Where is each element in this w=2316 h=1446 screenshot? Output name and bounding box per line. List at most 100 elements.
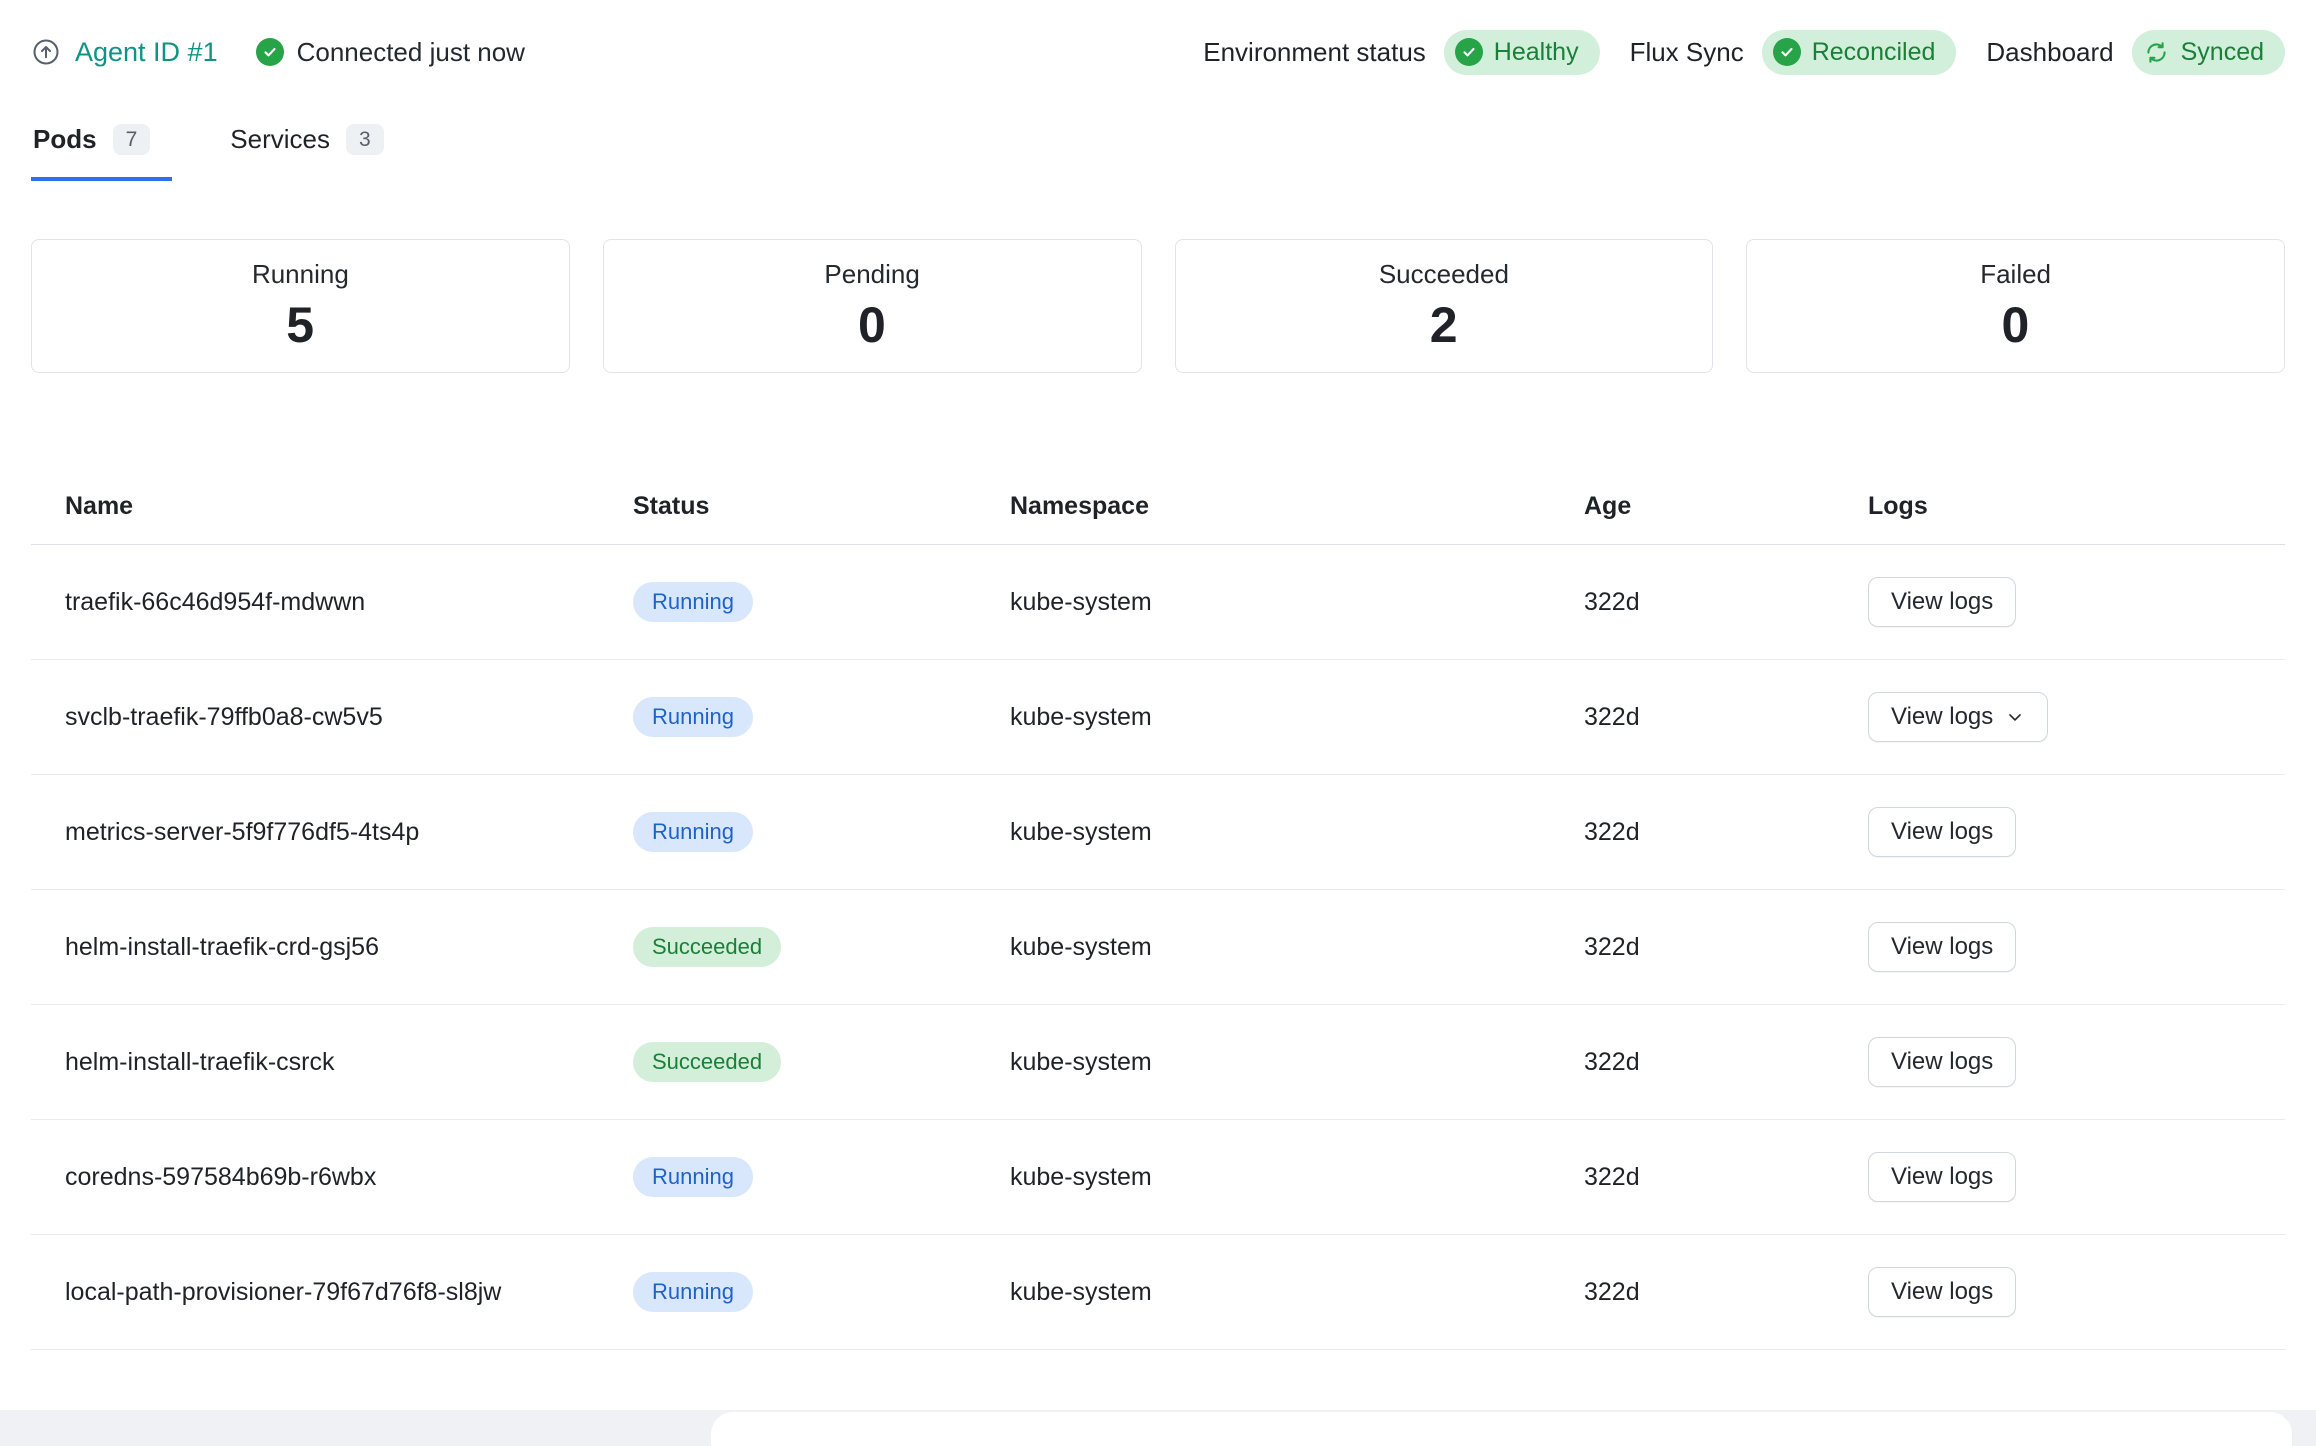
namespace-cell: kube-system — [1010, 703, 1584, 732]
pod-name: local-path-provisioner-79f67d76f8-sl8jw — [31, 1276, 633, 1309]
logs-cell: View logs — [1868, 577, 2285, 627]
table-row: metrics-server-5f9f776df5-4ts4p Running … — [31, 775, 2285, 890]
pod-name: metrics-server-5f9f776df5-4ts4p — [31, 816, 633, 849]
logs-cell: View logs — [1868, 922, 2285, 972]
age-cell: 322d — [1584, 1048, 1868, 1077]
stat-label: Pending — [824, 259, 919, 290]
tab-pods[interactable]: Pods 7 — [31, 124, 172, 181]
namespace-cell: kube-system — [1010, 1163, 1584, 1192]
stat-value: 0 — [858, 296, 886, 354]
view-logs-button[interactable]: View logs — [1868, 922, 2016, 972]
connection-status: Connected just now — [256, 37, 525, 68]
status-pill: Running — [633, 697, 753, 737]
age-cell: 322d — [1584, 933, 1868, 962]
stat-card: Succeeded 2 — [1175, 239, 1714, 373]
table-row: coredns-597584b69b-r6wbx Running kube-sy… — [31, 1120, 2285, 1235]
namespace-cell: kube-system — [1010, 1278, 1584, 1307]
namespace-cell: kube-system — [1010, 1048, 1584, 1077]
stat-value: 0 — [2001, 296, 2029, 354]
column-header-status: Status — [633, 492, 1010, 521]
badge-check-circle-icon — [1773, 38, 1801, 66]
namespace-cell: kube-system — [1010, 933, 1584, 962]
view-logs-label: View logs — [1891, 818, 1993, 846]
pod-name: traefik-66c46d954f-mdwwn — [31, 586, 633, 619]
status-label: Dashboard — [1986, 37, 2113, 68]
logs-cell: View logs — [1868, 1037, 2285, 1087]
status-badge: Healthy — [1444, 30, 1600, 75]
namespace-cell: kube-system — [1010, 818, 1584, 847]
status-cell: Running — [633, 582, 1010, 622]
view-logs-label: View logs — [1891, 588, 1993, 616]
status-pill: Running — [633, 582, 753, 622]
agent-id-label: Agent ID #1 — [75, 37, 218, 68]
agent-id-link[interactable]: Agent ID #1 — [31, 37, 218, 68]
logs-cell: View logs — [1868, 692, 2285, 742]
column-header-namespace: Namespace — [1010, 492, 1584, 521]
stat-card: Failed 0 — [1746, 239, 2285, 373]
table-row: helm-install-traefik-csrck Succeeded kub… — [31, 1005, 2285, 1120]
status-pill: Succeeded — [633, 1042, 781, 1082]
age-cell: 322d — [1584, 1163, 1868, 1192]
status-badge: Synced — [2132, 30, 2285, 75]
status-badge-text: Synced — [2181, 38, 2264, 67]
table-header: Name Status Namespace Age Logs — [31, 469, 2285, 545]
badge-check-circle-icon — [1455, 38, 1483, 66]
view-logs-button[interactable]: View logs — [1868, 807, 2016, 857]
view-logs-button[interactable]: View logs — [1868, 1152, 2016, 1202]
view-logs-label: View logs — [1891, 703, 1993, 731]
logs-cell: View logs — [1868, 1152, 2285, 1202]
view-logs-button[interactable]: View logs — [1868, 577, 2016, 627]
environment-status-item: Environment status Healthy — [1203, 30, 1599, 75]
pods-table: Name Status Namespace Age Logs traefik-6… — [31, 469, 2285, 1350]
view-logs-label: View logs — [1891, 1278, 1993, 1306]
tab-label: Services — [230, 124, 330, 155]
tab-services[interactable]: Services 3 — [228, 124, 405, 181]
next-section-card-edge — [711, 1412, 2292, 1446]
logs-cell: View logs — [1868, 807, 2285, 857]
stat-label: Failed — [1980, 259, 2051, 290]
stat-label: Running — [252, 259, 349, 290]
badge-sync-icon — [2143, 39, 2170, 66]
status-badge: Reconciled — [1762, 30, 1957, 75]
environment-status-item: Dashboard Synced — [1986, 30, 2285, 75]
agent-circle-up-icon — [31, 37, 61, 67]
view-logs-label: View logs — [1891, 933, 1993, 961]
stat-card: Running 5 — [31, 239, 570, 373]
pod-name: coredns-597584b69b-r6wbx — [31, 1161, 633, 1194]
status-pill: Running — [633, 812, 753, 852]
stat-value: 2 — [1430, 296, 1458, 354]
status-cell: Running — [633, 1272, 1010, 1312]
stat-label: Succeeded — [1379, 259, 1509, 290]
view-logs-button[interactable]: View logs — [1868, 692, 2048, 742]
tab-count-badge: 7 — [113, 124, 151, 155]
status-cell: Running — [633, 812, 1010, 852]
status-cell: Running — [633, 697, 1010, 737]
status-label: Flux Sync — [1630, 37, 1744, 68]
table-row: traefik-66c46d954f-mdwwn Running kube-sy… — [31, 545, 2285, 660]
status-label: Environment status — [1203, 37, 1426, 68]
status-pill: Succeeded — [633, 927, 781, 967]
age-cell: 322d — [1584, 1278, 1868, 1307]
view-logs-label: View logs — [1891, 1163, 1993, 1191]
status-badge-text: Healthy — [1494, 38, 1579, 67]
check-circle-icon — [256, 38, 284, 66]
namespace-cell: kube-system — [1010, 588, 1584, 617]
stat-value: 5 — [286, 296, 314, 354]
pod-name: helm-install-traefik-csrck — [31, 1046, 633, 1079]
topbar: Agent ID #1 Connected just now Environme… — [0, 0, 2316, 78]
tab-label: Pods — [33, 124, 97, 155]
view-logs-button[interactable]: View logs — [1868, 1037, 2016, 1087]
table-row: local-path-provisioner-79f67d76f8-sl8jw … — [31, 1235, 2285, 1350]
status-badge-text: Reconciled — [1812, 38, 1936, 67]
view-logs-label: View logs — [1891, 1048, 1993, 1076]
column-header-name: Name — [31, 490, 633, 523]
table-row: svclb-traefik-79ffb0a8-cw5v5 Running kub… — [31, 660, 2285, 775]
stats-row: Running 5 Pending 0 Succeeded 2 Failed 0 — [31, 239, 2285, 373]
tabs: Pods 7 Services 3 — [0, 124, 2316, 181]
age-cell: 322d — [1584, 588, 1868, 617]
topbar-left: Agent ID #1 Connected just now — [31, 37, 525, 68]
age-cell: 322d — [1584, 818, 1868, 847]
view-logs-button[interactable]: View logs — [1868, 1267, 2016, 1317]
status-cell: Running — [633, 1157, 1010, 1197]
header-status-group: Environment status Healthy Flux Sync — [1203, 30, 2285, 75]
